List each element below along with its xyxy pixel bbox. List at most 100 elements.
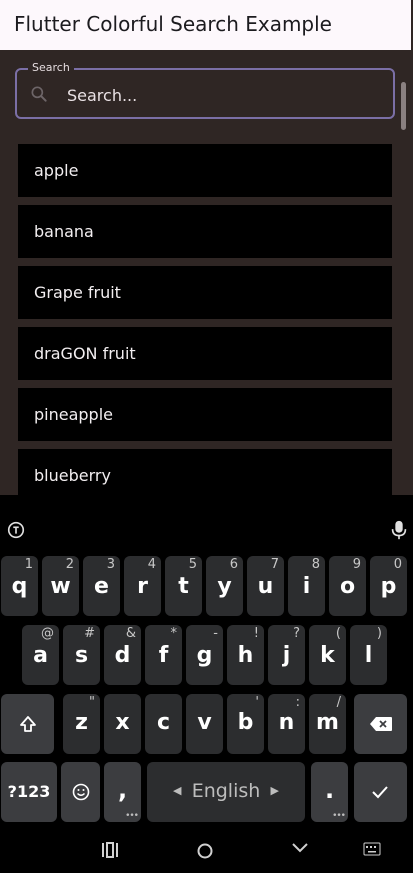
microphone-icon[interactable]: [389, 519, 409, 541]
symbols-label: ?123: [7, 782, 51, 801]
key-hint: ": [89, 695, 95, 710]
key-hint: 0: [393, 557, 402, 572]
space-key[interactable]: ◀ English ▶: [147, 762, 305, 822]
more-keys-indicator: •••: [125, 811, 139, 821]
period-key[interactable]: . •••: [311, 762, 348, 822]
list-item[interactable]: apple: [18, 144, 392, 197]
key-j[interactable]: ? j: [268, 625, 305, 685]
keyboard-top-edge: [0, 495, 413, 513]
checkmark-icon: [372, 786, 388, 799]
list-item[interactable]: Grape fruit: [18, 266, 392, 319]
key-hint: #: [84, 626, 95, 641]
key-k[interactable]: (k: [309, 625, 346, 685]
backspace-icon: [370, 717, 392, 731]
key-c[interactable]: c: [145, 694, 182, 754]
key-label: y: [217, 574, 232, 599]
key-t[interactable]: 5t: [165, 556, 202, 616]
emoji-icon: [72, 783, 90, 801]
list-item-label: banana: [34, 222, 94, 241]
shift-icon: [20, 716, 36, 732]
key-g[interactable]: -g: [186, 625, 223, 685]
key-label: c: [156, 710, 171, 735]
key-s[interactable]: # s: [63, 625, 100, 685]
key-label: o: [339, 574, 356, 599]
key-b[interactable]: ' b: [227, 694, 264, 754]
list-item-label: pineapple: [34, 405, 113, 424]
key-z[interactable]: " z: [63, 694, 100, 754]
shift-key[interactable]: [1, 694, 54, 754]
key-label: p: [380, 574, 397, 599]
key-label: v: [197, 710, 212, 735]
key-label: l: [364, 643, 373, 668]
comma-label: ,: [117, 776, 128, 804]
list-item[interactable]: draGON fruit: [18, 327, 392, 380]
key-i[interactable]: 8i: [288, 556, 325, 616]
more-keys-indicator: •••: [332, 811, 346, 821]
space-language-label: English: [191, 780, 261, 802]
key-h[interactable]: ! h: [227, 625, 264, 685]
key-hint: 5: [188, 557, 197, 572]
key-r[interactable]: 4r: [124, 556, 161, 616]
key-v[interactable]: v: [186, 694, 223, 754]
key-m[interactable]: / m: [309, 694, 346, 754]
key-l[interactable]: ) l: [350, 625, 387, 685]
symbols-key[interactable]: ?123: [1, 762, 57, 822]
key-w[interactable]: 2w: [42, 556, 79, 616]
key-label: n: [278, 710, 295, 735]
search-label: Search: [28, 61, 74, 74]
text-edit-icon[interactable]: [6, 519, 26, 541]
key-label: i: [302, 574, 311, 599]
key-label: t: [178, 574, 189, 599]
key-hint: 3: [106, 557, 115, 572]
key-x[interactable]: x: [104, 694, 141, 754]
key-hint: ': [255, 695, 259, 710]
key-hint: /: [336, 695, 341, 710]
key-q[interactable]: 1q: [1, 556, 38, 616]
key-hint: @: [41, 626, 54, 641]
list-item[interactable]: blueberry: [18, 449, 392, 495]
chevron-down-icon[interactable]: [291, 842, 309, 854]
key-hint: 7: [270, 557, 279, 572]
list-item[interactable]: banana: [18, 205, 392, 258]
search-input[interactable]: [65, 80, 369, 110]
key-label: j: [282, 643, 291, 668]
key-label: h: [237, 643, 254, 668]
list-item-label: draGON fruit: [34, 344, 136, 363]
scrollbar[interactable]: [401, 82, 406, 130]
key-hint: (: [335, 626, 341, 641]
system-nav-bar: [0, 826, 413, 873]
key-a[interactable]: @ a: [22, 625, 59, 685]
keyboard-switch-icon[interactable]: [363, 842, 381, 856]
key-o[interactable]: 9o: [329, 556, 366, 616]
key-hint: *: [170, 626, 178, 641]
emoji-key[interactable]: [61, 762, 100, 822]
key-label: x: [115, 710, 130, 735]
key-hint: 6: [229, 557, 238, 572]
chevron-right-icon: ▶: [270, 784, 279, 797]
key-y[interactable]: 6y: [206, 556, 243, 616]
key-hint: &: [125, 626, 136, 641]
backspace-key[interactable]: [354, 694, 407, 754]
recent-apps-icon[interactable]: [101, 842, 119, 858]
keyboard-toolbar: [0, 513, 413, 551]
app-title: Flutter Colorful Search Example: [14, 12, 332, 36]
key-u[interactable]: 7u: [247, 556, 284, 616]
key-d[interactable]: & d: [104, 625, 141, 685]
key-e[interactable]: 3e: [83, 556, 120, 616]
search-field[interactable]: Search: [15, 61, 395, 119]
key-label: u: [257, 574, 274, 599]
search-icon: [31, 86, 47, 102]
key-label: g: [196, 643, 213, 668]
key-label: a: [33, 643, 48, 668]
key-label: m: [316, 710, 339, 735]
enter-key[interactable]: [354, 762, 407, 822]
key-n[interactable]: :n: [268, 694, 305, 754]
list-item[interactable]: pineapple: [18, 388, 392, 441]
key-label: b: [237, 710, 254, 735]
key-hint: -: [213, 626, 218, 641]
comma-key[interactable]: , •••: [104, 762, 141, 822]
key-p[interactable]: 0p: [370, 556, 407, 616]
key-hint: !: [253, 626, 259, 641]
home-icon[interactable]: [196, 842, 214, 860]
key-f[interactable]: * f: [145, 625, 182, 685]
